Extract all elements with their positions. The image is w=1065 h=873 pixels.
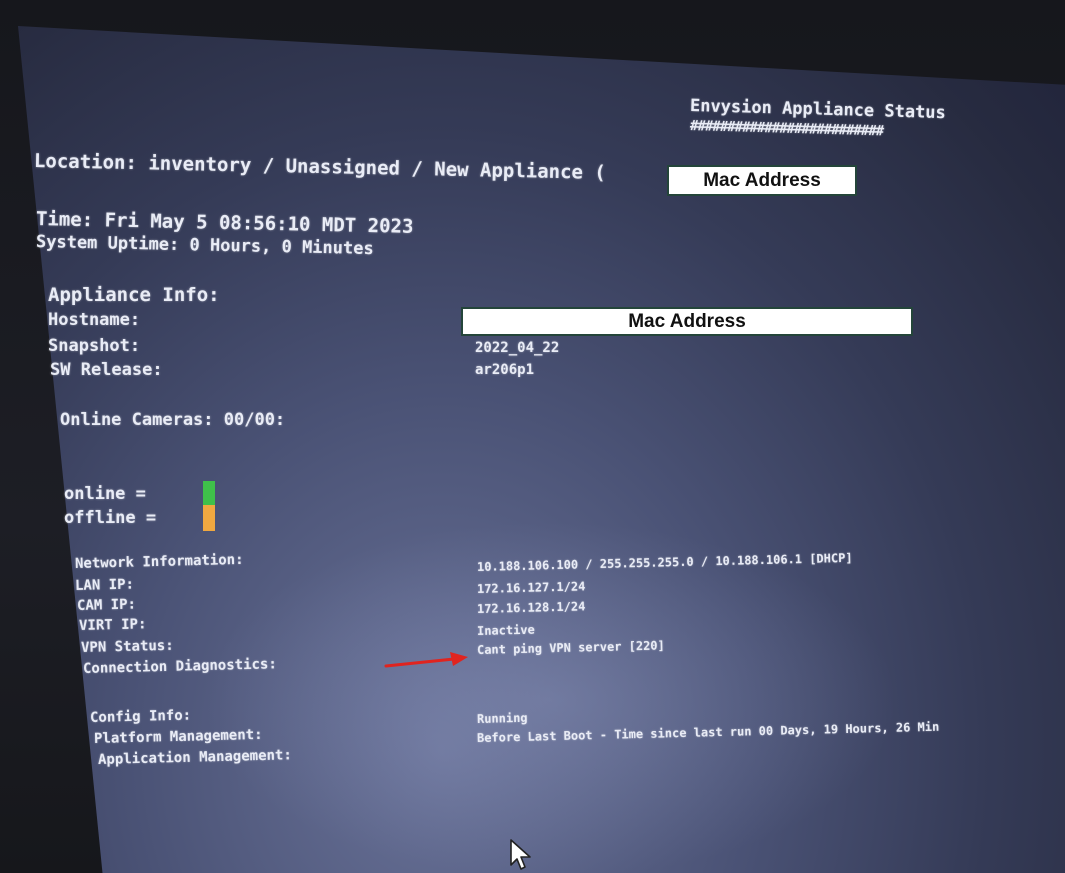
monitor-photo: Envysion Appliance Status ##############… [0,0,1065,873]
legend-online-label: online = [64,484,146,504]
mac-address-redaction-hostname: Mac Address [461,307,913,336]
red-arrow-icon [384,652,468,668]
virt-ip-value: Inactive [476,622,535,638]
hostname-label: Hostname: [48,310,141,330]
cam-ip-value: 172.16.128.1/24 [476,599,586,616]
legend-online-swatch [203,481,215,507]
vpn-status-label: VPN Status: [80,637,174,656]
mouse-pointer-icon [510,839,531,870]
sw-release-label: SW Release: [50,360,163,380]
cam-ip-label: CAM IP: [76,596,137,614]
lan-ip-value: 172.16.127.1/24 [476,579,586,596]
online-cameras-line: Online Cameras: 00/00: [60,410,286,430]
sw-release-value: ar206p1 [475,362,535,378]
appliance-info-heading: Appliance Info: [48,284,220,306]
lan-ip-label: LAN IP: [74,576,135,594]
snapshot-value: 2022_04_22 [475,340,560,356]
snapshot-label: Snapshot: [48,336,141,356]
legend-offline-swatch [203,505,215,531]
platform-management-value: Running [476,710,528,726]
legend-offline-label: offline = [64,508,157,528]
config-info-heading: Config Info: [89,707,192,726]
virt-ip-label: VIRT IP: [78,616,147,634]
mac-address-redaction-top: Mac Address [667,165,857,196]
